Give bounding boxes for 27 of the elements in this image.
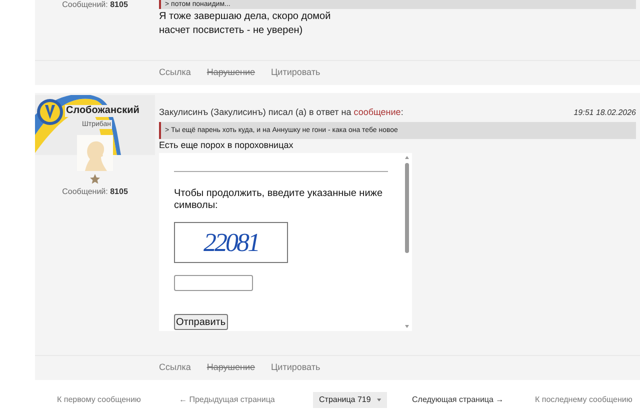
post-text: насчет посвистеть - не уверен) — [159, 24, 304, 38]
caret-icon — [376, 398, 381, 402]
previous-page-link[interactable]: ← Предыдущая страница — [179, 394, 313, 406]
page-select[interactable]: Страница 719 — [313, 392, 387, 408]
message-link[interactable]: сообщение — [354, 107, 401, 117]
captcha-image: 22081 — [174, 222, 288, 262]
post-action-link[interactable]: Цитировать — [271, 66, 320, 80]
post-text: Есть еще порох в пороховницах — [159, 138, 294, 150]
captcha-prompt: Чтобы продолжить, введите указанные ниже символы: — [174, 188, 384, 212]
post-action-link[interactable]: Нарушение — [206, 361, 256, 375]
star-icon — [89, 173, 101, 185]
post-text: Я тоже завершаю дела, скоро домой — [159, 10, 332, 24]
post-time: 19:51 18.02.2026 — [574, 106, 636, 119]
captcha-input[interactable] — [174, 274, 253, 290]
username[interactable]: Слобожанский — [65, 105, 140, 117]
message-count: Сообщений: 8105 — [62, 0, 128, 11]
post-action-link[interactable]: Цитировать — [271, 361, 320, 375]
post-action-link[interactable]: Ссылка — [159, 361, 191, 375]
submit-button[interactable]: Отправить — [174, 314, 228, 330]
first-message-link[interactable]: К первому сообщению — [57, 394, 177, 406]
avatar-silhouette — [77, 135, 113, 171]
next-page-link[interactable]: Следующая страница → — [412, 394, 525, 406]
last-message-link[interactable]: К последнему сообщению — [535, 394, 632, 406]
post-header: Закулисинъ (Закулисинъ) писал (а) в ответ на сообщение: — [159, 106, 404, 119]
post-action-link[interactable]: Нарушение — [206, 66, 256, 80]
message-count: Сообщений: 8105 — [62, 186, 128, 198]
post-action-link[interactable]: Ссылка — [159, 66, 191, 80]
